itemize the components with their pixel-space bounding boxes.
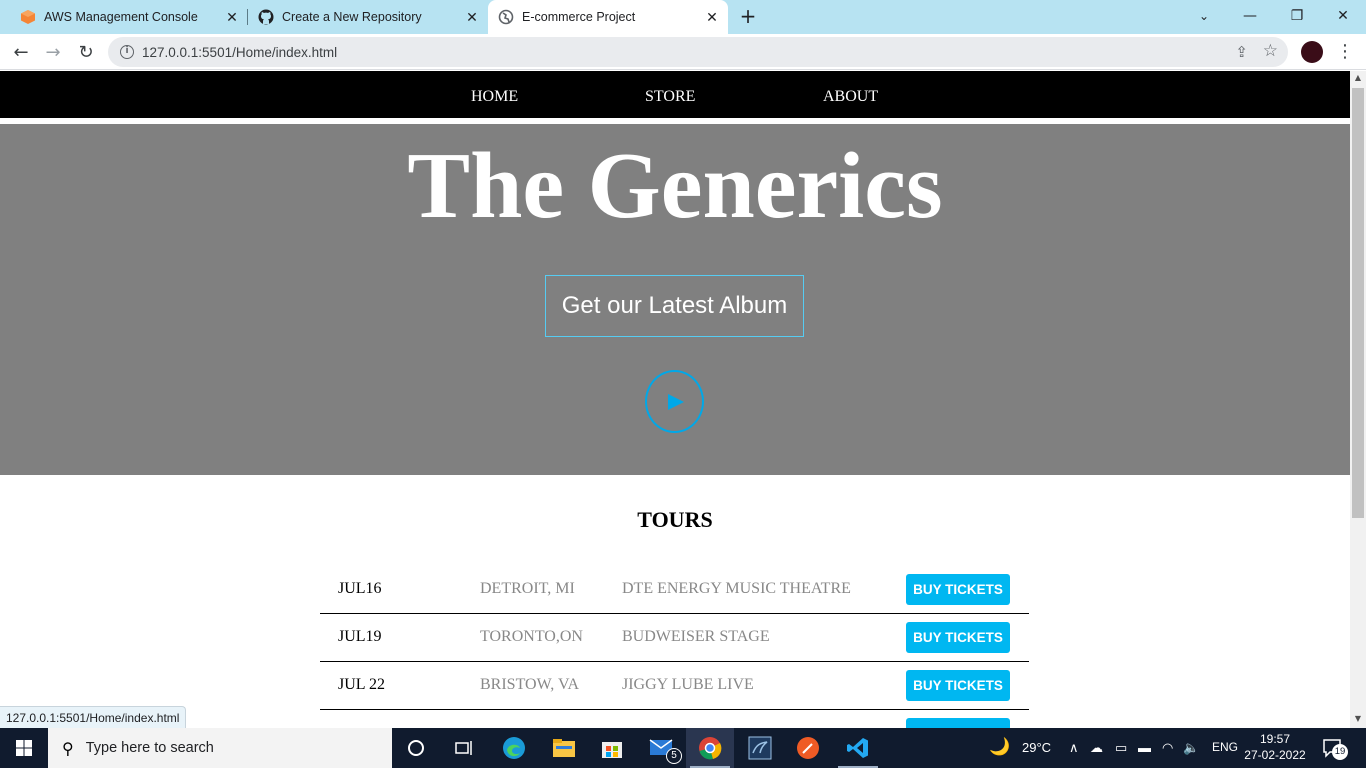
- action-center-icon[interactable]: 19: [1322, 738, 1350, 760]
- vscode-icon[interactable]: [834, 728, 882, 768]
- tour-row: JUL 22 BRISTOW, VA JIGGY LUBE LIVE BUY T…: [320, 662, 1029, 710]
- globe-icon: [498, 9, 514, 25]
- tour-date: JUL19: [338, 628, 382, 645]
- bookmark-star-icon[interactable]: ☆: [1263, 41, 1278, 61]
- microsoft-store-icon[interactable]: [588, 728, 636, 768]
- buy-tickets-button[interactable]: BUY TICKETS: [906, 574, 1010, 605]
- tours-heading: TOURS: [637, 507, 713, 532]
- restore-button[interactable]: ❐: [1283, 4, 1311, 28]
- weather-temperature[interactable]: 29°C: [1022, 740, 1051, 755]
- close-tab-icon[interactable]: ✕: [224, 9, 240, 25]
- tour-row: JUL16 DETROIT, MI DTE ENERGY MUSIC THEAT…: [320, 566, 1029, 614]
- browser-tab-strip: AWS Management Console ✕ Create a New Re…: [0, 0, 1366, 34]
- clock-time: 19:57: [1259, 732, 1291, 746]
- scroll-thumb[interactable]: [1352, 88, 1364, 518]
- cortana-icon[interactable]: [392, 728, 440, 768]
- close-tab-icon[interactable]: ✕: [464, 9, 480, 25]
- tab-aws-console[interactable]: AWS Management Console ✕: [0, 0, 248, 34]
- tours-table: JUL16 DETROIT, MI DTE ENERGY MUSIC THEAT…: [320, 566, 1029, 728]
- windows-logo-icon: [16, 740, 32, 756]
- hero-title: The Generics: [407, 134, 943, 238]
- latest-album-button[interactable]: Get our Latest Album: [545, 275, 804, 337]
- play-icon: [668, 394, 684, 410]
- wifi-icon[interactable]: ◠: [1162, 740, 1173, 756]
- tour-venue: BUDWEISER STAGE: [622, 628, 770, 645]
- meet-now-icon[interactable]: ▭: [1115, 740, 1127, 756]
- file-explorer-icon[interactable]: [540, 728, 588, 768]
- address-url[interactable]: 127.0.0.1:5501/Home/index.html: [142, 45, 337, 60]
- link-status-bubble: 127.0.0.1:5501/Home/index.html: [0, 706, 187, 728]
- tour-city: DETROIT, MI: [480, 580, 575, 597]
- scroll-up-arrow-icon[interactable]: ▲: [1350, 73, 1366, 85]
- menu-kebab-icon[interactable]: ⋮: [1336, 40, 1354, 64]
- mail-icon[interactable]: 5: [638, 728, 686, 768]
- chrome-icon[interactable]: [686, 728, 734, 768]
- play-button[interactable]: [645, 370, 704, 433]
- tab-title: Create a New Repository: [282, 10, 422, 24]
- address-bar[interactable]: i 127.0.0.1:5501/Home/index.html ⇪ ☆: [108, 37, 1288, 67]
- windows-taskbar: ⚲ Type here to search 5 🌙 29°C ∧ ☁ ▭ ▬ ◠…: [0, 728, 1366, 768]
- notification-count-badge: 19: [1332, 744, 1348, 760]
- profile-avatar[interactable]: [1301, 41, 1323, 63]
- tour-row-partial: [320, 710, 1029, 728]
- site-info-icon[interactable]: i: [120, 45, 134, 59]
- mail-badge: 5: [666, 748, 682, 764]
- browser-toolbar: ← → ↻ i 127.0.0.1:5501/Home/index.html ⇪…: [0, 34, 1366, 70]
- task-view-icon[interactable]: [440, 728, 488, 768]
- buy-tickets-button[interactable]: BUY TICKETS: [906, 622, 1010, 653]
- share-icon[interactable]: ⇪: [1235, 43, 1248, 61]
- tab-github-repo[interactable]: Create a New Repository ✕: [248, 0, 488, 34]
- web-page: HOME STORE ABOUT The Generics Get our La…: [0, 71, 1350, 728]
- taskbar-search-box[interactable]: ⚲ Type here to search: [48, 728, 392, 768]
- show-hidden-icons-chevron-icon[interactable]: ∧: [1069, 740, 1079, 756]
- mysql-workbench-icon[interactable]: [736, 728, 784, 768]
- reload-icon[interactable]: ↻: [74, 41, 98, 65]
- tour-row: JUL19 TORONTO,ON BUDWEISER STAGE BUY TIC…: [320, 614, 1029, 662]
- back-arrow-icon[interactable]: ←: [9, 41, 33, 65]
- minimize-button[interactable]: —: [1236, 4, 1264, 28]
- scroll-down-arrow-icon[interactable]: ▼: [1350, 714, 1366, 726]
- tour-venue: JIGGY LUBE LIVE: [622, 676, 754, 693]
- taskbar-clock[interactable]: 19:57 27-02-2022: [1240, 731, 1310, 763]
- input-language[interactable]: ENG: [1212, 740, 1238, 754]
- clock-date: 27-02-2022: [1244, 748, 1306, 762]
- buy-tickets-button[interactable]: BUY TICKETS: [906, 670, 1010, 701]
- speaker-volume-icon[interactable]: 🔈: [1183, 740, 1199, 756]
- tour-venue: DTE ENERGY MUSIC THEATRE: [622, 580, 851, 597]
- battery-icon[interactable]: ▬: [1138, 740, 1151, 755]
- tour-city: TORONTO,ON: [480, 628, 583, 645]
- tour-date: JUL 22: [338, 676, 385, 693]
- close-tab-icon[interactable]: ✕: [704, 9, 720, 25]
- tab-title: AWS Management Console: [44, 10, 198, 24]
- onedrive-cloud-icon[interactable]: ☁: [1090, 740, 1103, 756]
- tab-ecommerce-project[interactable]: E-commerce Project ✕: [488, 0, 728, 34]
- page-scrollbar[interactable]: ▲ ▼: [1350, 71, 1366, 728]
- hero-banner: The Generics Get our Latest Album: [0, 124, 1350, 475]
- search-icon: ⚲: [62, 738, 74, 758]
- aws-icon: [20, 9, 36, 25]
- tab-search-chevron-icon[interactable]: ⌄: [1190, 4, 1218, 28]
- tour-city: BRISTOW, VA: [480, 676, 579, 693]
- weather-moon-icon[interactable]: 🌙: [989, 737, 1010, 757]
- tab-title: E-commerce Project: [522, 10, 636, 24]
- taskbar-search-placeholder: Type here to search: [85, 740, 214, 756]
- new-tab-button[interactable]: +: [738, 6, 758, 26]
- tour-date: JUL16: [338, 580, 382, 597]
- nav-store-link[interactable]: STORE: [645, 88, 695, 106]
- buy-tickets-button-partial[interactable]: [906, 718, 1010, 728]
- github-icon: [258, 9, 274, 25]
- close-window-button[interactable]: ✕: [1329, 4, 1357, 28]
- postman-icon[interactable]: [784, 728, 832, 768]
- windows-start-button[interactable]: [0, 728, 48, 768]
- site-navigation: HOME STORE ABOUT: [0, 71, 1350, 121]
- nav-home-link[interactable]: HOME: [471, 88, 518, 106]
- nav-about-link[interactable]: ABOUT: [823, 88, 878, 106]
- forward-arrow-icon[interactable]: →: [41, 41, 65, 65]
- edge-browser-icon[interactable]: [490, 728, 538, 768]
